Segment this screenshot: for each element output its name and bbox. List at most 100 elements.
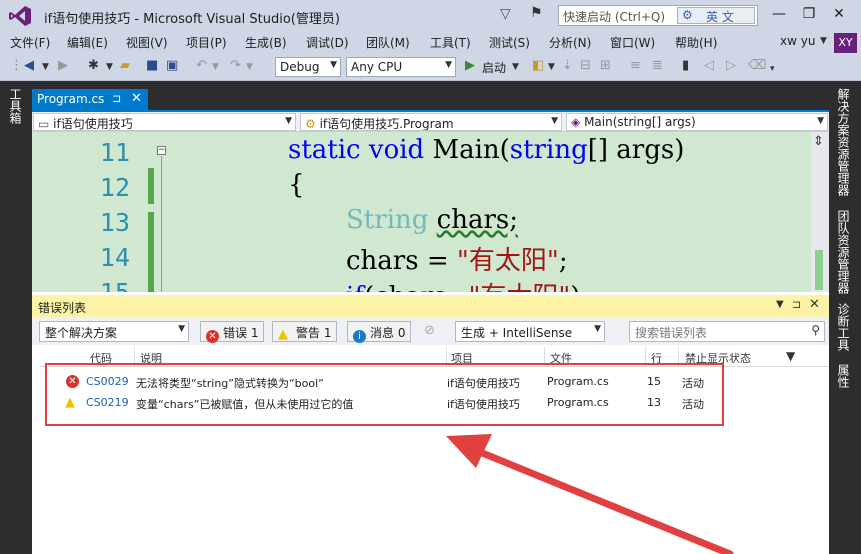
menu-tools[interactable]: 工具(T) <box>430 34 471 51</box>
csharp-project-icon: ▭ <box>38 117 50 131</box>
chevron-down-icon: ▼ <box>178 324 185 334</box>
code-line-14: chars = "有太阳"; <box>346 246 568 276</box>
restore-button[interactable]: ❐ <box>796 4 822 24</box>
messages-filter-button[interactable]: i 消息 0 <box>347 321 412 343</box>
close-icon[interactable]: ✕ <box>131 91 142 106</box>
new-dropdown-icon[interactable]: ▼ <box>106 62 113 72</box>
navigate-forward-icon[interactable]: ▶ <box>58 58 68 73</box>
step-icon[interactable]: ⇣ <box>562 58 573 73</box>
line-number: 11 <box>99 138 130 167</box>
chevron-down-icon: ▼ <box>285 116 292 126</box>
feedback-filter-icon[interactable]: ▽ <box>500 6 511 22</box>
split-editor-icon[interactable]: ⇕ <box>813 134 824 149</box>
align-left-icon[interactable]: ⊟ <box>580 58 591 73</box>
save-icon[interactable]: ■ <box>146 58 158 73</box>
user-name[interactable]: xw yu <box>780 34 815 48</box>
save-all-icon[interactable]: ▣ <box>166 58 178 73</box>
menu-analyze[interactable]: 分析(N) <box>549 34 591 51</box>
menu-window[interactable]: 窗口(W) <box>610 34 655 51</box>
scrollbar-change-map <box>815 250 823 290</box>
chevron-down-icon: ▼ <box>594 324 601 334</box>
solution-platform-select[interactable]: Any CPU ▼ <box>346 57 456 77</box>
toolbar-overflow-icon[interactable]: ▾ <box>770 64 775 74</box>
search-icon: ⚲ <box>811 323 820 337</box>
navigate-back-icon[interactable]: ◀ <box>24 58 34 73</box>
scope-select[interactable]: 整个解决方案 ▼ <box>39 321 189 342</box>
redo-icon[interactable]: ↷ <box>230 58 241 73</box>
redo-dropdown-icon[interactable]: ▼ <box>246 62 253 72</box>
menu-debug[interactable]: 调试(D) <box>306 34 349 51</box>
menu-project[interactable]: 项目(P) <box>186 34 227 51</box>
configuration-value: Debug <box>280 60 320 74</box>
menu-test[interactable]: 测试(S) <box>489 34 530 51</box>
window-menu-icon[interactable]: ▼ <box>776 299 784 310</box>
undo-icon[interactable]: ↶ <box>196 58 207 73</box>
start-button-label[interactable]: 启动 <box>482 59 506 76</box>
build-filter-select[interactable]: 生成 + IntelliSense ▼ <box>455 321 605 342</box>
menu-help[interactable]: 帮助(H) <box>675 34 717 51</box>
class-nav-select[interactable]: ⚙ if语句使用技巧.Program ▼ <box>300 113 562 131</box>
scope-value: 整个解决方案 <box>45 326 118 340</box>
close-icon[interactable]: ✕ <box>809 297 820 312</box>
member-nav-select[interactable]: ◈ Main(string[] args) ▼ <box>566 113 828 131</box>
open-file-icon[interactable]: ▰ <box>120 58 130 73</box>
code-line-12: { <box>288 170 305 200</box>
bookmark-icon[interactable]: ▮ <box>682 58 689 73</box>
next-bookmark-icon[interactable]: ▷ <box>726 58 736 73</box>
annotation-highlight-box <box>45 363 724 426</box>
start-dropdown-icon[interactable]: ▼ <box>512 62 519 72</box>
diagnostic-tools-tab[interactable]: 诊断工具 <box>836 303 852 351</box>
code-line-13: String chars; <box>346 205 519 235</box>
window-title: if语句使用技巧 - Microsoft Visual Studio(管理员) <box>44 12 340 27</box>
column-filter-icon[interactable]: ▼ <box>786 349 795 363</box>
warnings-filter-button[interactable]: ▲ 警告 1 <box>272 321 338 342</box>
start-debug-icon[interactable]: ▶ <box>465 58 475 73</box>
comment-icon[interactable]: ≡ <box>630 58 641 73</box>
tab-program-cs[interactable]: Program.cs ⊐ ✕ <box>32 89 148 110</box>
prev-bookmark-icon[interactable]: ◁ <box>704 58 714 73</box>
solution-explorer-tab[interactable]: 解决方案资源管理器 <box>836 88 852 196</box>
line-number: 15 <box>40 278 130 292</box>
search-error-list-input[interactable]: 搜索错误列表 ⚲ <box>629 321 825 342</box>
browser-link-dropdown-icon[interactable]: ▼ <box>548 62 555 72</box>
menu-file[interactable]: 文件(F) <box>10 34 50 51</box>
annotation-arrow-icon <box>446 434 734 554</box>
code-line-15: if(chars="有太阳") <box>346 276 581 292</box>
code-line-11: static void Main(string[] args) <box>288 135 685 165</box>
toolbox-tab[interactable]: 工具箱 <box>8 88 24 124</box>
quick-launch-input[interactable]: 快速启动 (Ctrl+Q) ⚙ 英 文 <box>558 5 758 26</box>
user-dropdown-icon[interactable]: ▼ <box>820 36 827 46</box>
quick-launch-placeholder: 快速启动 (Ctrl+Q) <box>563 10 666 24</box>
undo-dropdown-icon[interactable]: ▼ <box>212 62 219 72</box>
uncomment-icon[interactable]: ≣ <box>652 58 663 73</box>
ime-icon: ⚙ <box>682 8 693 22</box>
new-project-icon[interactable]: ✱ <box>88 58 99 73</box>
search-placeholder: 搜索错误列表 <box>635 326 708 340</box>
notifications-icon[interactable]: ⚑ <box>530 5 543 21</box>
project-nav-select[interactable]: ▭ if语句使用技巧 ▼ <box>33 113 296 131</box>
menu-team[interactable]: 团队(M) <box>366 34 410 51</box>
member-nav-value: Main(string[] args) <box>584 115 696 129</box>
pin-icon[interactable]: ⊐ <box>792 298 801 311</box>
browser-link-icon[interactable]: ◧ <box>532 58 544 73</box>
properties-tab[interactable]: 属性 <box>836 364 852 388</box>
clear-bookmarks-icon[interactable]: ⌫ <box>748 58 766 73</box>
warning-icon: ▲ <box>278 327 288 342</box>
minimize-button[interactable]: — <box>766 4 792 24</box>
team-explorer-tab[interactable]: 团队资源管理器 <box>836 210 852 294</box>
menu-edit[interactable]: 编辑(E) <box>67 34 108 51</box>
close-button[interactable]: ✕ <box>826 4 852 24</box>
back-dropdown-icon[interactable]: ▼ <box>42 62 49 72</box>
class-nav-value: if语句使用技巧.Program <box>319 117 454 131</box>
menu-view[interactable]: 视图(V) <box>126 34 168 51</box>
solution-configuration-select[interactable]: Debug ▼ <box>275 57 341 77</box>
clear-filter-icon[interactable]: ⊘ <box>424 323 435 338</box>
menu-build[interactable]: 生成(B) <box>245 34 287 51</box>
toolbar-grip-icon: ⋮ <box>10 58 23 73</box>
collapse-icon[interactable]: − <box>157 146 166 155</box>
visual-studio-logo-icon <box>9 6 31 26</box>
pin-icon[interactable]: ⊐ <box>112 92 121 105</box>
align-right-icon[interactable]: ⊞ <box>600 58 611 73</box>
avatar[interactable]: XY <box>834 33 857 53</box>
errors-filter-button[interactable]: ✕ 错误 1 <box>200 321 265 343</box>
